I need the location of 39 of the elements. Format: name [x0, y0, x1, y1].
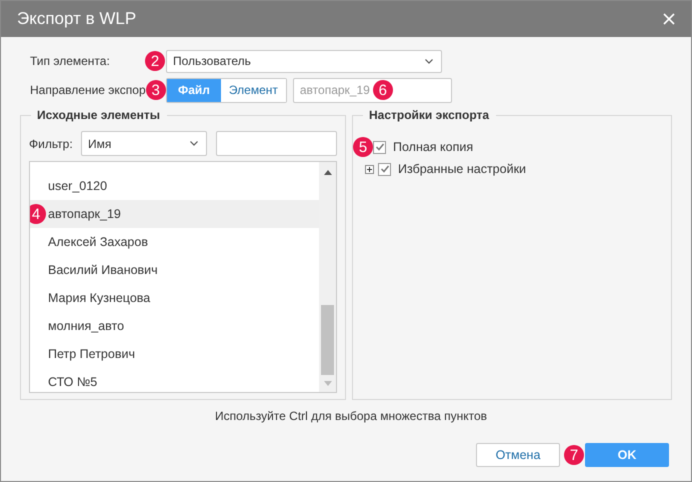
number-badge: 3 [146, 80, 166, 100]
scrollbar[interactable] [319, 162, 336, 392]
window-title: Экспорт в WLP [17, 9, 136, 29]
cancel-button[interactable]: Отмена [476, 443, 560, 467]
checkmark-icon [374, 142, 384, 152]
list-item[interactable]: Василий Иванович [30, 256, 319, 284]
list-item[interactable]: Мария Кузнецова [30, 284, 319, 312]
group-title: Настройки экспорта [363, 108, 496, 122]
number-badge: 7 [564, 445, 584, 465]
list-item[interactable]: Петр Петрович [30, 340, 319, 368]
filter-dropdown[interactable]: Имя [81, 131, 207, 156]
filter-label: Фильтр: [29, 136, 74, 150]
list-item[interactable]: user_0120 [30, 172, 319, 200]
group-title: Исходные элементы [31, 108, 168, 122]
caret-icon [190, 141, 198, 146]
filter-field[interactable] [216, 131, 337, 156]
list-item[interactable]: СТО №5 [30, 368, 319, 392]
hint-text: Используйте Ctrl для выбора множества пунктов [214, 409, 488, 423]
field-label: Тип элемента: [30, 54, 110, 68]
list-item[interactable]: молния_авто [30, 312, 319, 340]
number-badge: 6 [372, 80, 393, 100]
list-item[interactable]: Алексей Захаров [30, 228, 319, 256]
target-name-field[interactable]: автопарк_19 6 [292, 78, 452, 102]
element-type-dropdown[interactable]: Пользователь [166, 50, 442, 72]
scroll-up-icon[interactable] [324, 170, 332, 175]
list-item[interactable]: 4 автопарк_19 [30, 200, 319, 228]
close-icon[interactable] [663, 13, 675, 25]
number-badge: 5 [353, 137, 373, 157]
checkmark-icon [380, 164, 390, 174]
caret-icon [425, 58, 433, 64]
number-badge: 2 [145, 51, 165, 71]
number-badge: 4 [30, 204, 46, 224]
field-label: Направление экспор [30, 83, 146, 97]
checkbox[interactable] [373, 140, 386, 154]
checkbox-label: Полная копия [393, 140, 474, 154]
expand-icon[interactable] [365, 164, 374, 174]
checkbox[interactable] [378, 162, 391, 176]
scroll-thumb[interactable] [321, 305, 334, 375]
checkbox-label: Избранные настройки [398, 162, 526, 176]
